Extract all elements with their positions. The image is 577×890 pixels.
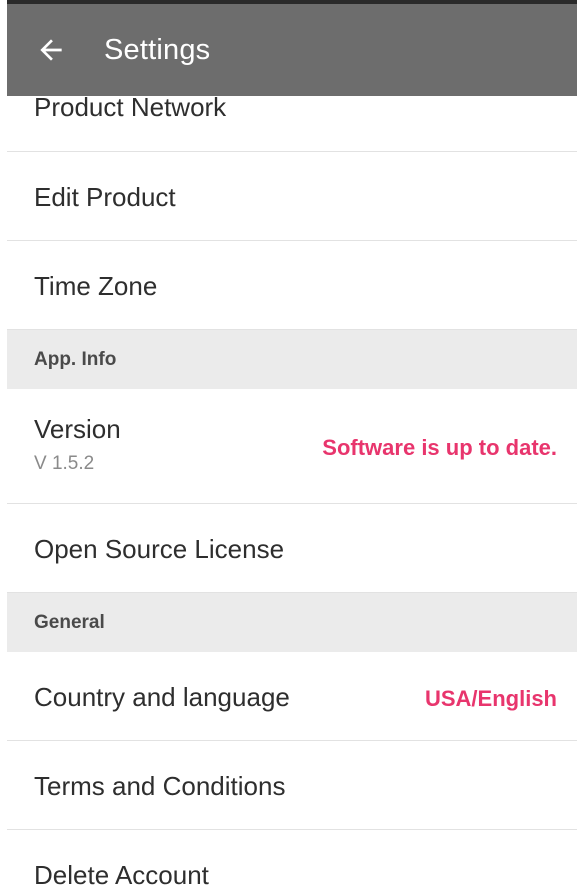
list-item-label: Edit Product [34,182,176,212]
list-item-edit-product[interactable]: Edit Product [7,152,577,241]
list-item-terms[interactable]: Terms and Conditions [7,741,577,830]
version-label: Version [34,414,121,444]
list-item-time-zone[interactable]: Time Zone [7,241,577,330]
back-button[interactable] [33,34,69,70]
section-header-app-info: App. Info [7,330,577,389]
arrow-back-icon [35,34,67,71]
list-item-label: Time Zone [34,271,158,301]
list-item-delete-account[interactable]: Delete Account [7,830,577,890]
list-item-label: Open Source License [34,534,285,564]
section-header-label: App. Info [34,349,117,370]
list-item-version[interactable]: Version V 1.5.2 Software is up to date. [7,389,577,504]
section-header-label: General [34,612,105,633]
app-bar: Settings [7,4,577,96]
list-item-open-source-license[interactable]: Open Source License [7,504,577,593]
update-status: Software is up to date. [322,435,557,460]
settings-list: Product Network Edit Product Time Zone A… [7,60,577,890]
list-item-label: Delete Account [34,860,209,890]
country-language-label: Country and language [34,682,290,712]
settings-screen: Settings Product Network Edit Product Ti… [7,0,577,890]
page-title: Settings [104,34,211,66]
list-item-country-language[interactable]: Country and language USA/English [7,652,577,741]
section-header-general: General [7,593,577,652]
list-item-label: Terms and Conditions [34,771,286,801]
country-language-value: USA/English [424,686,557,711]
version-number: V 1.5.2 [34,453,95,474]
